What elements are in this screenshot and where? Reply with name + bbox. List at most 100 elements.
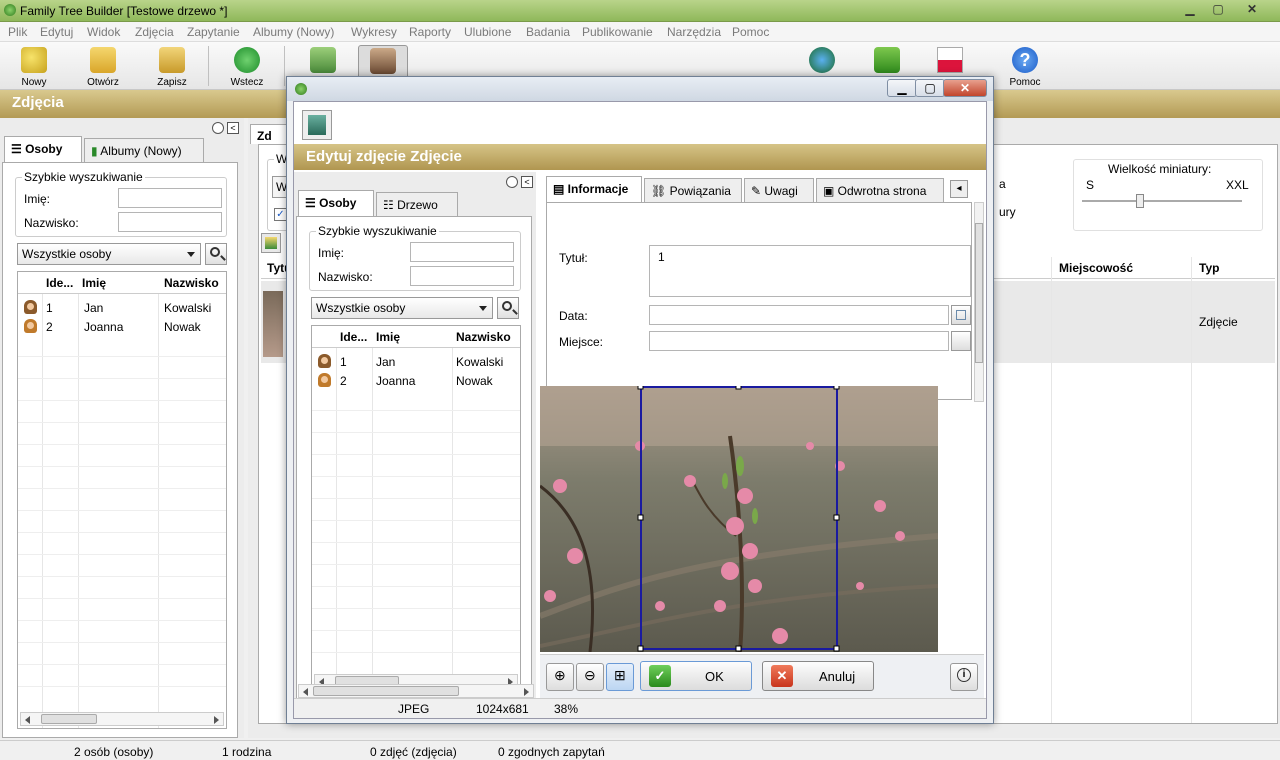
tab-odwrotna-strona[interactable]: ▣ Odwrotna strona (816, 178, 944, 202)
flag-poland-icon (937, 47, 963, 73)
menu-wykresy[interactable]: Wykresy (351, 25, 397, 39)
search-button[interactable] (497, 297, 519, 319)
status-queries: 0 zgodnych zapytań (498, 745, 605, 759)
persons-filter-select[interactable]: Wszystkie osoby (311, 297, 493, 319)
back-label: Wstecz (230, 77, 264, 88)
zoom-in-button[interactable]: ⊕ (546, 663, 574, 691)
menu-albumy[interactable]: Albumy (Nowy) (253, 25, 334, 39)
date-picker-button[interactable] (951, 305, 971, 325)
collapse-left-icon[interactable]: < (521, 176, 533, 188)
male-person-icon (318, 354, 331, 368)
tab-informacje[interactable]: ▤ Informacje (546, 176, 642, 202)
first-name-label: Imię: (318, 246, 345, 260)
tab-osoby[interactable]: ☰ Osoby (4, 136, 82, 162)
dialog-minimize-button[interactable]: ▁ (887, 79, 917, 97)
first-name-label: Imię: (24, 192, 51, 206)
pin-icon[interactable] (212, 122, 224, 134)
cancel-button[interactable]: ✕ Anuluj (762, 661, 874, 691)
col-type[interactable]: Typ (1199, 261, 1219, 275)
dialog-maximize-button[interactable]: ▢ (915, 79, 945, 97)
photo-preview[interactable] (540, 386, 938, 652)
new-button[interactable]: Nowy (9, 45, 59, 89)
tab-albumy-label: Albumy (Nowy) (100, 144, 182, 158)
menu-raporty[interactable]: Raporty (409, 25, 451, 39)
place-input[interactable] (649, 331, 949, 351)
col-first-name[interactable]: Imię (376, 330, 400, 344)
place-picker-button[interactable] (951, 331, 971, 351)
cell-first-name: Jan (84, 301, 104, 315)
col-last-name[interactable]: Nazwisko (164, 276, 219, 290)
status-families: 1 rodzina (222, 745, 272, 759)
minimize-icon[interactable]: ▁ (1176, 1, 1204, 19)
open-button[interactable]: Otwórz (78, 45, 128, 89)
last-name-input[interactable] (118, 212, 222, 232)
menu-badania[interactable]: Badania (526, 25, 570, 39)
title-input[interactable]: 1 (649, 245, 971, 297)
search-button[interactable] (205, 243, 227, 265)
menu-pomoc[interactable]: Pomoc (732, 25, 769, 39)
col-place[interactable]: Miejscowość (1059, 261, 1133, 275)
photo-tool-button[interactable] (302, 110, 332, 140)
app-logo-icon (4, 4, 16, 16)
thumbnail-slider-thumb[interactable] (1136, 194, 1144, 208)
thumbnail-slider-track[interactable] (1082, 200, 1242, 202)
first-name-input[interactable] (118, 188, 222, 208)
menu-edytuj[interactable]: Edytuj (40, 25, 73, 39)
last-name-input[interactable] (410, 266, 514, 286)
tab-powiazania[interactable]: ⛓ Powiązania (644, 178, 742, 202)
tab-albumy[interactable]: ▮ Albumy (Nowy) (84, 138, 204, 162)
partial-label: a (999, 177, 1006, 191)
cell-id: 1 (46, 301, 53, 315)
menu-zapytanie[interactable]: Zapytanie (187, 25, 240, 39)
maximize-icon[interactable]: ▢ (1204, 1, 1232, 19)
date-input[interactable] (649, 305, 949, 325)
table-row[interactable]: 2 Joanna Nowak (312, 371, 520, 390)
col-last-name[interactable]: Nazwisko (456, 330, 511, 344)
info-vertical-scrollbar[interactable] (974, 202, 984, 402)
horizontal-scrollbar[interactable] (298, 684, 534, 698)
tabs-scroll-left-button[interactable]: ◂ (950, 180, 968, 198)
menu-publikowanie[interactable]: Publikowanie (582, 25, 653, 39)
table-row[interactable]: 1 Jan Kowalski (18, 298, 226, 317)
tab-uwagi[interactable]: ✎ Uwagi (744, 178, 814, 202)
persons-filter-select[interactable]: Wszystkie osoby (17, 243, 201, 265)
horizontal-scrollbar[interactable] (20, 712, 224, 726)
tab-drzewo[interactable]: ☷ Drzewo (376, 192, 458, 216)
male-person-icon (24, 300, 37, 314)
back-button[interactable]: Wstecz (222, 45, 272, 89)
tab-informacje-label: Informacje (567, 182, 629, 196)
tab-osoby[interactable]: ☰ Osoby (298, 190, 374, 216)
col-first-name[interactable]: Imię (82, 276, 106, 290)
ok-button[interactable]: ✓ OK (640, 661, 752, 691)
dialog-status-bar: JPEG 1024x681 38% (294, 698, 986, 718)
fit-button[interactable]: ⊞ (606, 663, 634, 691)
help-button[interactable]: ? Pomoc (1000, 45, 1050, 89)
add-photo-button[interactable] (261, 233, 281, 253)
zoom-out-button[interactable]: ⊖ (576, 663, 604, 691)
menu-ulubione[interactable]: Ulubione (464, 25, 511, 39)
info-button[interactable]: i (950, 663, 978, 691)
partial-label: ury (999, 205, 1016, 219)
collapse-left-icon[interactable]: < (227, 122, 239, 134)
pin-icon[interactable] (506, 176, 518, 188)
close-icon[interactable]: ✕ (1238, 1, 1266, 19)
left-pane: < ☰ Osoby ▮ Albumy (Nowy) Szybkie wyszuk… (0, 118, 244, 738)
menu-widok[interactable]: Widok (87, 25, 120, 39)
persons-filter-value: Wszystkie osoby (316, 301, 406, 315)
col-id[interactable]: Ide... (46, 276, 73, 290)
table-row[interactable]: 2 Joanna Nowak (18, 317, 226, 336)
first-name-input[interactable] (410, 242, 514, 262)
persons-table-header: Ide... Imię Nazwisko (312, 326, 520, 348)
menu-narzedzia[interactable]: Narzędzia (667, 25, 721, 39)
save-button[interactable]: Zapisz (147, 45, 197, 89)
menu-plik[interactable]: Plik (8, 25, 27, 39)
date-label: Data: (559, 309, 588, 323)
menu-zdjecia[interactable]: Zdjęcia (135, 25, 174, 39)
title-label: Tytuł: (559, 251, 588, 265)
col-id[interactable]: Ide... (340, 330, 367, 344)
help-label: Pomoc (1009, 77, 1041, 88)
dialog-close-button[interactable]: ✕ (943, 79, 987, 97)
tab-zdjecia-partial[interactable]: Zd (250, 124, 290, 144)
persons-tab-icon: ☰ (305, 196, 320, 210)
table-row[interactable]: 1 Jan Kowalski (312, 352, 520, 371)
